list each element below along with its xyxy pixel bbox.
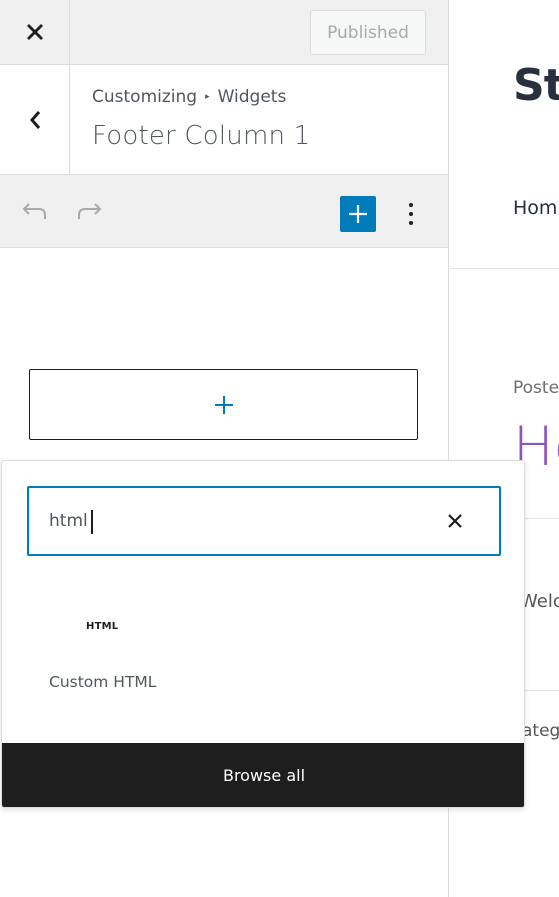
close-icon — [448, 514, 462, 528]
site-title[interactable]: Sty — [513, 60, 559, 111]
plus-icon — [349, 205, 367, 223]
back-button[interactable] — [0, 65, 70, 174]
add-block-button[interactable] — [340, 196, 376, 232]
browse-all-button[interactable]: Browse all — [2, 743, 524, 807]
undo-button[interactable] — [19, 195, 51, 227]
redo-button[interactable] — [73, 195, 105, 227]
divider — [450, 268, 559, 269]
block-inserter-popover: HTML Custom HTML Browse all — [1, 460, 525, 808]
chevron-left-icon — [29, 110, 40, 129]
block-toolbar — [0, 175, 448, 248]
nav-item-home[interactable]: Hom — [513, 197, 557, 219]
html-icon: HTML — [86, 621, 119, 632]
block-search-field[interactable] — [27, 486, 501, 556]
close-icon — [26, 24, 43, 40]
block-appender-button[interactable] — [29, 369, 418, 440]
section-header: Customizing ▸ Widgets Footer Column 1 — [0, 65, 448, 175]
clear-search-button[interactable] — [439, 505, 471, 537]
section-title: Footer Column 1 — [92, 121, 311, 151]
post-meta: Poste — [513, 378, 559, 398]
block-search-input[interactable] — [49, 488, 429, 553]
publish-button[interactable]: Published — [310, 10, 426, 55]
block-result-label: Custom HTML — [49, 673, 157, 691]
breadcrumb-root: Customizing — [92, 87, 198, 107]
customizer-topbar: Published — [0, 0, 448, 65]
close-customizer-button[interactable] — [0, 0, 70, 64]
undo-icon — [22, 203, 46, 219]
breadcrumb: Customizing ▸ Widgets — [92, 87, 286, 107]
post-excerpt: Welc — [520, 591, 559, 612]
more-vertical-icon — [409, 203, 413, 225]
post-category: ateg — [522, 721, 559, 741]
breadcrumb-separator-icon: ▸ — [205, 92, 210, 102]
breadcrumb-current: Widgets — [217, 87, 287, 107]
redo-icon — [78, 203, 102, 219]
text-caret — [91, 510, 93, 534]
more-options-button[interactable] — [398, 196, 424, 232]
block-result-custom-html[interactable]: HTML Custom HTML — [24, 591, 189, 711]
plus-icon — [214, 395, 233, 414]
